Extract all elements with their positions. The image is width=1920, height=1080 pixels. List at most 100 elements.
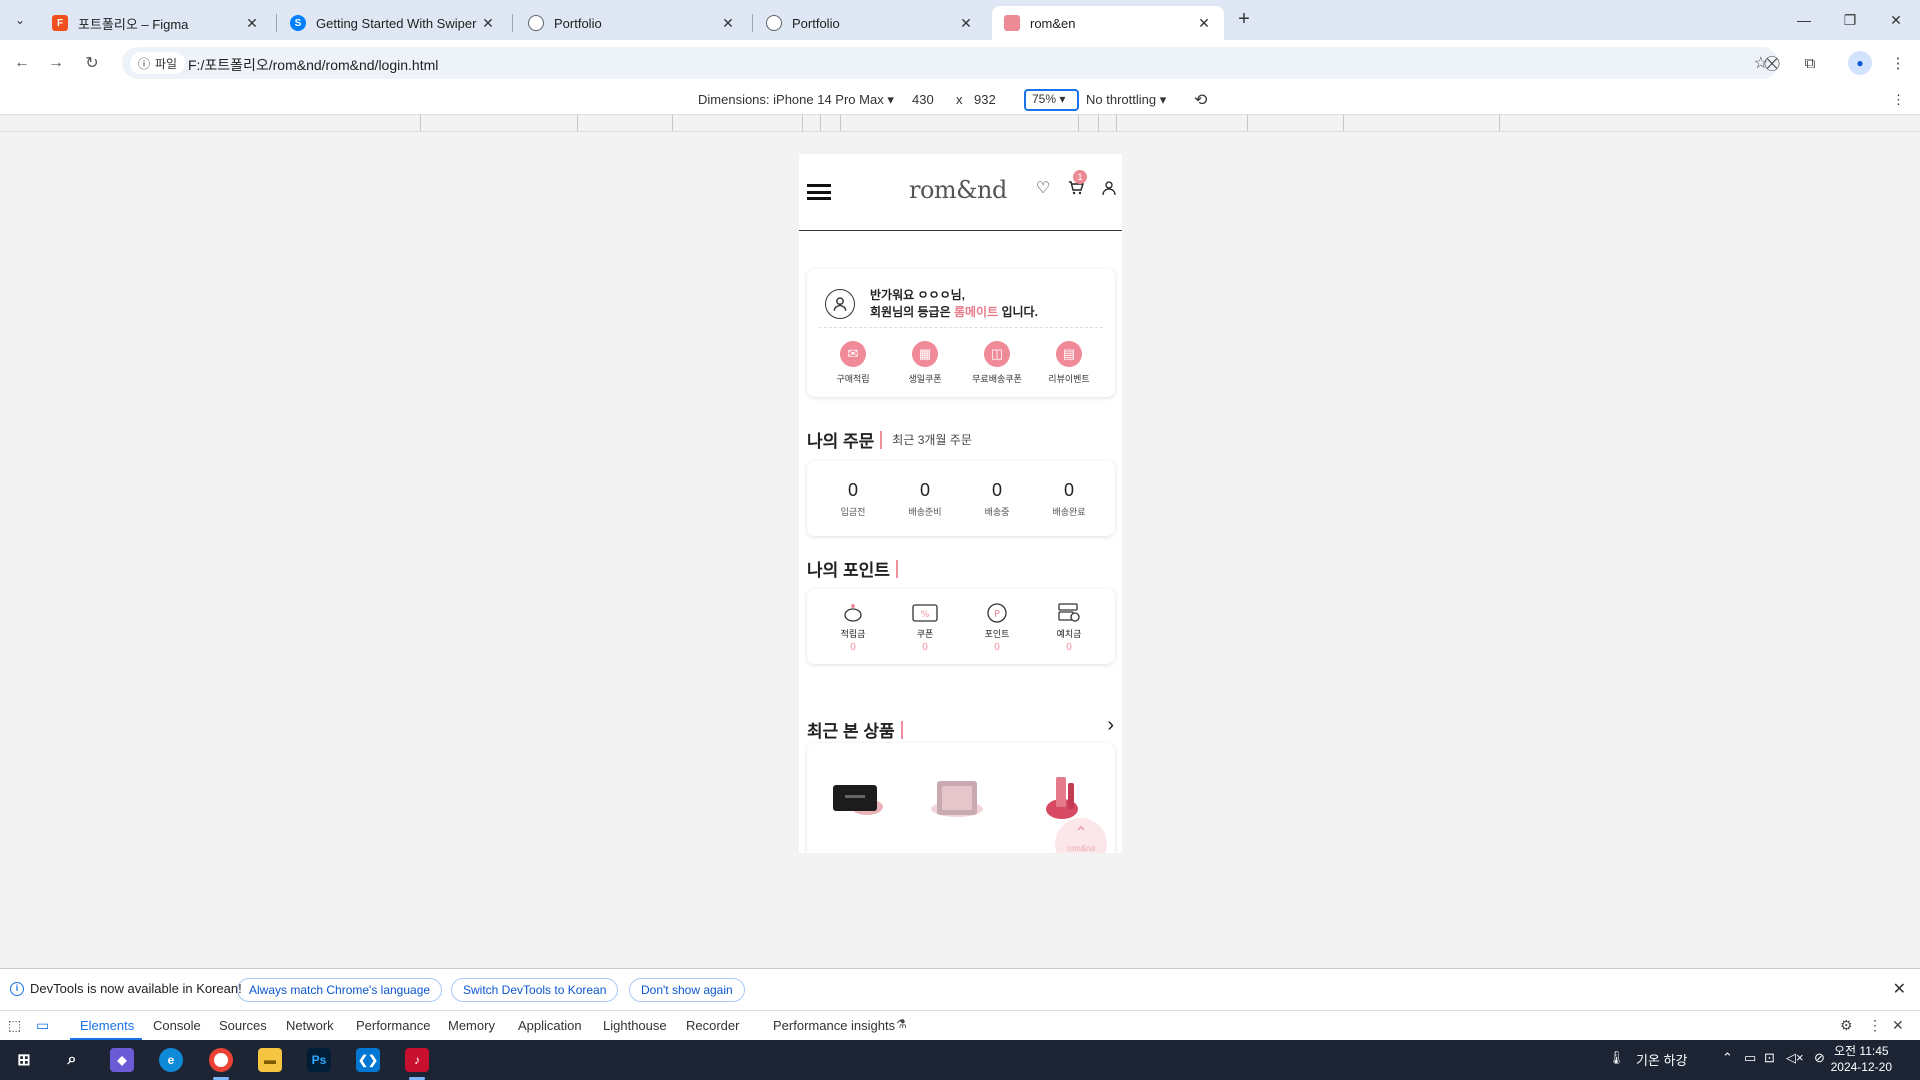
benefit-label: 생일쿠폰 bbox=[908, 374, 942, 384]
notification-icon[interactable]: ⊘ bbox=[1814, 1050, 1825, 1066]
zoom-select[interactable]: 75% ▾ bbox=[1024, 89, 1079, 111]
browser-tab-romand[interactable]: rom&en ✕ bbox=[992, 6, 1224, 40]
points-coupon[interactable]: % 쿠폰 0 bbox=[895, 601, 955, 653]
edge-icon[interactable]: e bbox=[159, 1048, 183, 1072]
tab-search-button[interactable]: ⌄ bbox=[8, 10, 32, 30]
close-icon[interactable]: ✕ bbox=[1893, 979, 1906, 999]
browser-tab-figma[interactable]: F 포트폴리오 – Figma ✕ bbox=[40, 6, 272, 40]
restore-icon[interactable]: ❐ bbox=[1830, 6, 1870, 34]
points-point[interactable]: P 포인트 0 bbox=[967, 601, 1027, 653]
device-toolbar: Dimensions: iPhone 14 Pro Max ▾ 430 x 93… bbox=[0, 86, 1920, 114]
product-thumbnail[interactable] bbox=[925, 773, 989, 823]
volume-muted-icon[interactable]: ◁× bbox=[1786, 1050, 1804, 1066]
match-language-button[interactable]: Always match Chrome's language bbox=[237, 978, 443, 1002]
device-height-input[interactable]: 932 bbox=[974, 92, 996, 107]
benefit-label: 구매적립 bbox=[836, 374, 870, 384]
tab-application[interactable]: Application bbox=[518, 1018, 582, 1033]
points-title: 나의 포인트 bbox=[807, 561, 890, 580]
reload-icon[interactable]: ↻ bbox=[80, 51, 104, 75]
browser-tab-swiper[interactable]: S Getting Started With Swiper ✕ bbox=[278, 6, 508, 40]
windows-start-icon[interactable]: ⊞ bbox=[12, 1048, 36, 1072]
tab-console[interactable]: Console bbox=[153, 1018, 201, 1033]
product-thumbnail[interactable] bbox=[827, 773, 891, 823]
close-icon[interactable]: ✕ bbox=[1196, 15, 1212, 31]
vscode-icon[interactable]: ❮❯ bbox=[356, 1048, 380, 1072]
devtools-menu-icon[interactable]: ⋮ bbox=[1868, 1017, 1882, 1034]
chrome-icon[interactable] bbox=[209, 1048, 233, 1072]
benefit-free-shipping[interactable]: ◫ 무료배송쿠폰 bbox=[965, 341, 1029, 385]
product-thumbnail[interactable] bbox=[1032, 773, 1096, 823]
tab-performance[interactable]: Performance bbox=[356, 1018, 430, 1033]
windows-taskbar: ⊞ ⌕ ◆ e ▬ Ps ❮❯ ♪ 🌡 기온 하강 ⌃ ▭ ⊡ ◁× ⊘ 오전 … bbox=[0, 1040, 1920, 1080]
address-bar[interactable]: ⓘ 파일 F:/포트폴리오/rom&nd/rom&nd/login.html ☆ bbox=[122, 47, 1778, 79]
close-icon[interactable]: ✕ bbox=[958, 15, 974, 31]
points-reserve[interactable]: 적립금 0 bbox=[823, 601, 883, 653]
deposit-icon bbox=[1056, 601, 1082, 625]
forward-icon[interactable]: → bbox=[44, 51, 68, 75]
settings-gear-icon[interactable]: ⚙ bbox=[1840, 1017, 1853, 1034]
orders-title: 나의 주문 bbox=[807, 432, 875, 451]
back-icon[interactable]: ← bbox=[10, 51, 34, 75]
device-select[interactable]: Dimensions: iPhone 14 Pro Max ▾ bbox=[698, 92, 894, 108]
close-icon[interactable]: ✕ bbox=[480, 15, 496, 31]
order-stat-shipping[interactable]: 0 배송중 bbox=[967, 480, 1027, 518]
url-text[interactable]: F:/포트폴리오/rom&nd/rom&nd/login.html bbox=[188, 55, 438, 75]
tab-elements[interactable]: Elements bbox=[80, 1018, 134, 1033]
divider bbox=[819, 327, 1103, 328]
network-icon[interactable]: ⊡ bbox=[1764, 1050, 1775, 1066]
chevron-up-icon[interactable]: ⌃ bbox=[1722, 1050, 1733, 1066]
title-accent-bar bbox=[895, 559, 898, 578]
user-profile-icon bbox=[825, 289, 855, 319]
chevron-right-icon[interactable]: › bbox=[1107, 714, 1114, 737]
app-icon[interactable]: ♪ bbox=[405, 1048, 429, 1072]
order-stat-pending-payment[interactable]: 0 입금전 bbox=[823, 480, 883, 518]
order-stat-preparing[interactable]: 0 배송준비 bbox=[895, 480, 955, 518]
heart-icon[interactable]: ♡ bbox=[1033, 178, 1053, 198]
media-query-ruler[interactable] bbox=[0, 114, 1920, 132]
taskbar-clock[interactable]: 오전 11:45 2024-12-20 bbox=[1831, 1043, 1892, 1075]
user-icon[interactable] bbox=[1099, 178, 1119, 198]
window-close-icon[interactable]: ✕ bbox=[1876, 6, 1916, 34]
close-devtools-icon[interactable]: ✕ bbox=[1892, 1017, 1904, 1034]
tab-memory[interactable]: Memory bbox=[448, 1018, 495, 1033]
device-menu-icon[interactable]: ⋮ bbox=[1892, 92, 1905, 108]
order-stat-delivered[interactable]: 0 배송완료 bbox=[1039, 480, 1099, 518]
copilot-icon[interactable]: ◆ bbox=[110, 1048, 134, 1072]
photoshop-icon[interactable]: Ps bbox=[307, 1048, 331, 1072]
points-deposit[interactable]: 예치금 0 bbox=[1039, 601, 1099, 653]
benefit-review-event[interactable]: ▤ 리뷰이벤트 bbox=[1037, 341, 1101, 385]
dont-show-again-button[interactable]: Don't show again bbox=[629, 978, 745, 1002]
weather-text[interactable]: 기온 하강 bbox=[1636, 1050, 1687, 1069]
scroll-to-top-button[interactable]: ⌃ rom&nd bbox=[1055, 818, 1107, 853]
file-explorer-icon[interactable]: ▬ bbox=[258, 1048, 282, 1072]
throttling-select[interactable]: No throttling ▾ bbox=[1086, 92, 1166, 108]
minimize-icon[interactable]: — bbox=[1784, 6, 1824, 34]
device-icon[interactable]: ▭ bbox=[1744, 1050, 1756, 1066]
switch-to-korean-button[interactable]: Switch DevTools to Korean bbox=[451, 978, 619, 1002]
tab-network[interactable]: Network bbox=[286, 1018, 334, 1033]
close-icon[interactable]: ✕ bbox=[244, 15, 260, 31]
device-toggle-icon[interactable]: ▭ bbox=[36, 1017, 49, 1034]
tab-performance-insights[interactable]: Performance insights bbox=[773, 1018, 895, 1033]
browser-tab-portfolio-1[interactable]: Portfolio ✕ bbox=[516, 6, 748, 40]
tab-lighthouse[interactable]: Lighthouse bbox=[603, 1018, 667, 1033]
site-info-chip[interactable]: ⓘ 파일 bbox=[130, 52, 186, 74]
profile-avatar-icon[interactable]: ● bbox=[1848, 51, 1872, 75]
hamburger-menu-icon[interactable] bbox=[807, 184, 831, 200]
rotate-icon[interactable]: ⟲ bbox=[1194, 90, 1207, 110]
search-icon[interactable]: ⌕ bbox=[60, 1048, 84, 1072]
site-logo[interactable]: rom&nd bbox=[909, 176, 1007, 204]
new-tab-button[interactable]: + bbox=[1232, 8, 1256, 32]
browser-tab-portfolio-2[interactable]: Portfolio ✕ bbox=[754, 6, 986, 40]
benefit-birthday-coupon[interactable]: ▦ 생일쿠폰 bbox=[893, 341, 957, 385]
menu-kebab-icon[interactable]: ⋮ bbox=[1886, 51, 1910, 75]
device-width-input[interactable]: 430 bbox=[912, 92, 934, 107]
extension-puzzle-icon[interactable]: ⛒ bbox=[1760, 51, 1784, 75]
tab-recorder[interactable]: Recorder bbox=[686, 1018, 739, 1033]
tab-sources[interactable]: Sources bbox=[219, 1018, 267, 1033]
benefit-purchase-reward[interactable]: ✉ 구매적립 bbox=[821, 341, 885, 385]
welcome-line: 반가워요 ㅇㅇㅇ님, bbox=[870, 288, 965, 302]
close-icon[interactable]: ✕ bbox=[720, 15, 736, 31]
inspect-element-icon[interactable]: ⬚ bbox=[8, 1017, 21, 1034]
extensions-icon[interactable]: ⧉ bbox=[1798, 51, 1822, 75]
